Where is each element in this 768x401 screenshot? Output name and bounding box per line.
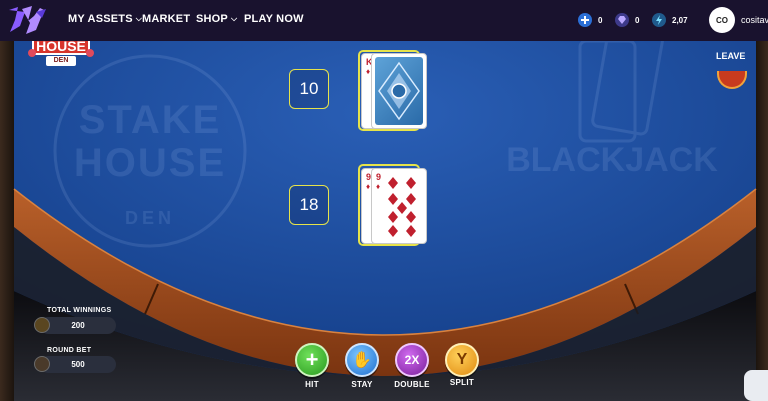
- total-winnings-label: TOTAL WINNINGS: [47, 307, 112, 314]
- player-card-2: 9 ♦: [371, 168, 427, 244]
- player-total: 18: [289, 185, 329, 225]
- gem-icon: [615, 13, 629, 27]
- nav-my-assets-label: MY ASSETS: [68, 13, 133, 25]
- stat-energy-value: 2,07: [672, 15, 688, 25]
- split-icon: Y: [456, 351, 468, 368]
- chat-toggle-button[interactable]: [744, 370, 768, 401]
- card-back: [375, 57, 423, 125]
- player-card-2-suit: ♦: [376, 182, 381, 191]
- player-card-1-suit: ♦: [366, 182, 371, 191]
- stay-button[interactable]: ✋: [345, 343, 379, 377]
- watermark-left-line2: HOUSE: [74, 141, 226, 185]
- total-winnings-value: 200: [71, 321, 85, 330]
- nav-play-now-label: PLAY NOW: [244, 13, 304, 25]
- watermark-left-line1: STAKE: [79, 98, 222, 142]
- dealer-total-value: 10: [299, 79, 319, 98]
- hand-icon: ✋: [352, 352, 372, 369]
- diamond-pips-icon: [388, 177, 416, 237]
- split-label: SPLIT: [449, 378, 475, 387]
- leave-label[interactable]: LEAVE: [716, 51, 745, 61]
- nav-my-assets[interactable]: MY ASSETS ⌵: [68, 13, 142, 25]
- stat-tokens[interactable]: 0: [578, 11, 602, 29]
- hit-button[interactable]: +: [295, 343, 329, 377]
- stat-gems[interactable]: 0: [615, 11, 639, 29]
- stake-house-logo-house: HOUSE: [32, 41, 90, 55]
- split-button[interactable]: Y: [445, 343, 479, 377]
- watermark-right-text: BLACKJACK: [506, 141, 718, 179]
- coin-stack-icon: [34, 356, 50, 372]
- stat-gems-value: 0: [635, 15, 640, 25]
- watermark-left-line3: DEN: [125, 208, 175, 228]
- stat-energy[interactable]: 2,07: [652, 11, 688, 29]
- nav-shop[interactable]: SHOP ⌵: [196, 13, 237, 25]
- double-icon: 2X: [404, 353, 420, 367]
- brand-logo-icon[interactable]: [6, 4, 48, 37]
- chip-decor: [86, 49, 94, 57]
- game-area: STAKE HOUSE DEN BLACKJACK HOUSE DEN LEAV…: [0, 41, 768, 401]
- stake-house-logo: HOUSE DEN: [26, 41, 96, 73]
- chevron-down-icon: ⌵: [230, 14, 238, 23]
- round-bet-pill: 500: [40, 356, 116, 373]
- stake-house-logo-den: DEN: [46, 56, 76, 66]
- dealer-total: 10: [289, 69, 329, 109]
- dealer-card-1-suit: ♦: [366, 67, 371, 76]
- plus-token-icon: [578, 13, 592, 27]
- nav-play-now[interactable]: PLAY NOW: [244, 13, 304, 25]
- nav-market[interactable]: MARKET: [142, 13, 190, 25]
- avatar[interactable]: CO: [709, 7, 735, 33]
- player-card-2-rank: 9: [376, 172, 382, 182]
- username[interactable]: cositav: [741, 15, 768, 25]
- app-root: MY ASSETS ⌵ MARKET SHOP ⌵ PLAY NOW 0 0 2…: [0, 0, 768, 401]
- card-back-emblem-icon: [378, 61, 420, 121]
- double-button[interactable]: 2X: [395, 343, 429, 377]
- player-total-value: 18: [299, 195, 319, 214]
- chip-decor: [28, 49, 36, 57]
- trophy-icon: [34, 317, 50, 333]
- nav-shop-label: SHOP: [196, 13, 228, 25]
- energy-icon: [652, 13, 666, 27]
- plus-icon: +: [305, 347, 319, 372]
- round-bet-label: ROUND BET: [47, 347, 92, 354]
- total-winnings-pill: 200: [40, 317, 116, 334]
- nav-market-label: MARKET: [142, 13, 191, 25]
- top-nav: MY ASSETS ⌵ MARKET SHOP ⌵ PLAY NOW 0 0 2…: [0, 0, 768, 41]
- round-bet-value: 500: [71, 360, 85, 369]
- dealer-card-facedown: [371, 53, 427, 129]
- stat-tokens-value: 0: [598, 15, 603, 25]
